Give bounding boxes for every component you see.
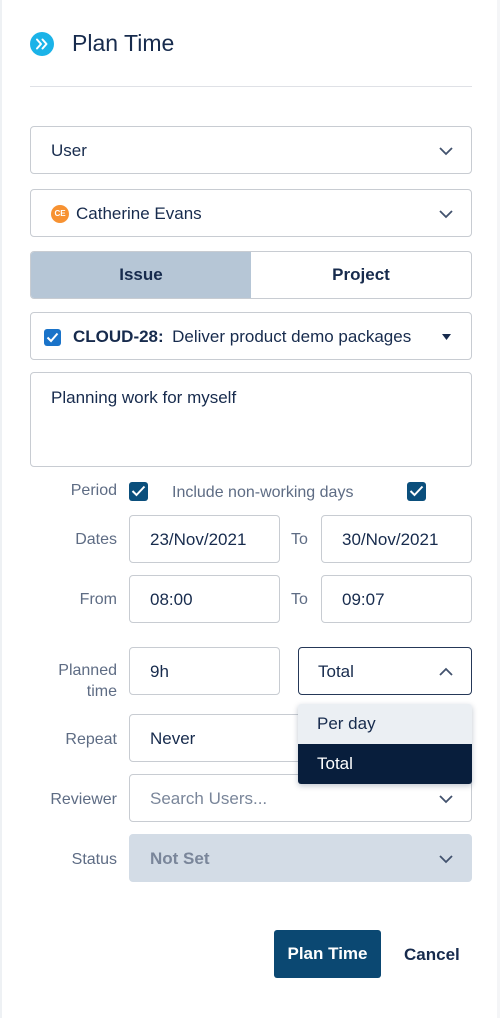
- period-label: Period: [70, 482, 117, 499]
- scope-toggle: Issue Project: [30, 251, 472, 299]
- checkmark-icon: [46, 332, 59, 343]
- checkmark-icon: [410, 485, 424, 497]
- planned-time-input[interactable]: 9h: [129, 647, 280, 695]
- planned-time-mode-value: Total: [318, 662, 354, 681]
- start-date-input[interactable]: 23/Nov/2021: [129, 515, 280, 563]
- chevron-down-icon: [439, 795, 453, 804]
- panel-left-edge: [0, 0, 2, 1018]
- chevron-up-icon: [439, 667, 453, 676]
- tab-project[interactable]: Project: [251, 252, 471, 298]
- plan-time-button[interactable]: Plan Time: [274, 930, 381, 978]
- assignee-type-select[interactable]: User: [30, 126, 472, 174]
- reviewer-placeholder: Search Users...: [150, 789, 268, 808]
- planned-time-label-line1: Planned: [58, 662, 117, 679]
- reviewer-label: Reviewer: [50, 791, 117, 808]
- status-select[interactable]: Not Set: [129, 834, 472, 882]
- start-time-input[interactable]: 08:00: [129, 575, 280, 623]
- assignee-type-value: User: [51, 141, 87, 160]
- cancel-button[interactable]: Cancel: [404, 945, 460, 965]
- issue-picker[interactable]: CLOUD-28: Deliver product demo packages: [30, 312, 472, 360]
- period-checkbox[interactable]: [129, 482, 148, 501]
- repeat-value: Never: [150, 729, 196, 748]
- start-time-value: 08:00: [150, 590, 193, 609]
- status-value: Not Set: [150, 849, 210, 868]
- chevron-down-icon: [439, 147, 453, 156]
- planned-time-label-line2: time: [86, 683, 117, 700]
- assignee-select[interactable]: CE Catherine Evans: [30, 189, 472, 237]
- assignee-name: Catherine Evans: [76, 204, 202, 223]
- start-date-value: 23/Nov/2021: [150, 530, 247, 549]
- description-textarea[interactable]: Planning work for myself: [30, 372, 472, 467]
- dates-to-label: To: [291, 531, 308, 548]
- avatar: CE: [51, 205, 69, 223]
- double-chevron-right-icon[interactable]: [30, 32, 54, 56]
- end-time-input[interactable]: 09:07: [321, 575, 472, 623]
- tab-issue[interactable]: Issue: [31, 252, 251, 298]
- issue-key: CLOUD-28:: [73, 327, 164, 346]
- status-label: Status: [71, 851, 117, 868]
- caret-down-icon: [442, 334, 451, 340]
- planned-time-mode-select[interactable]: Total: [298, 647, 472, 695]
- repeat-label: Repeat: [65, 731, 117, 748]
- checkmark-icon: [131, 485, 146, 497]
- option-total[interactable]: Total: [298, 744, 472, 784]
- panel-title: Plan Time: [72, 30, 175, 56]
- planned-time-value: 9h: [150, 662, 169, 681]
- end-time-value: 09:07: [342, 590, 385, 609]
- from-label: From: [79, 591, 117, 608]
- option-per-day[interactable]: Per day: [298, 704, 472, 744]
- chevron-down-icon: [439, 855, 453, 864]
- header-divider: [30, 86, 472, 87]
- dates-label: Dates: [75, 531, 117, 548]
- non-working-days-checkbox[interactable]: [407, 482, 427, 501]
- issue-checkbox[interactable]: [44, 329, 61, 346]
- time-to-label: To: [291, 591, 308, 608]
- issue-summary: Deliver product demo packages: [172, 327, 412, 346]
- description-text: Planning work for myself: [51, 388, 237, 407]
- end-date-value: 30/Nov/2021: [342, 530, 439, 549]
- non-working-days-label: Include non-working days: [172, 484, 354, 501]
- end-date-input[interactable]: 30/Nov/2021: [321, 515, 472, 563]
- chevron-down-icon: [439, 210, 453, 219]
- planned-time-mode-dropdown: Per day Total: [298, 704, 472, 784]
